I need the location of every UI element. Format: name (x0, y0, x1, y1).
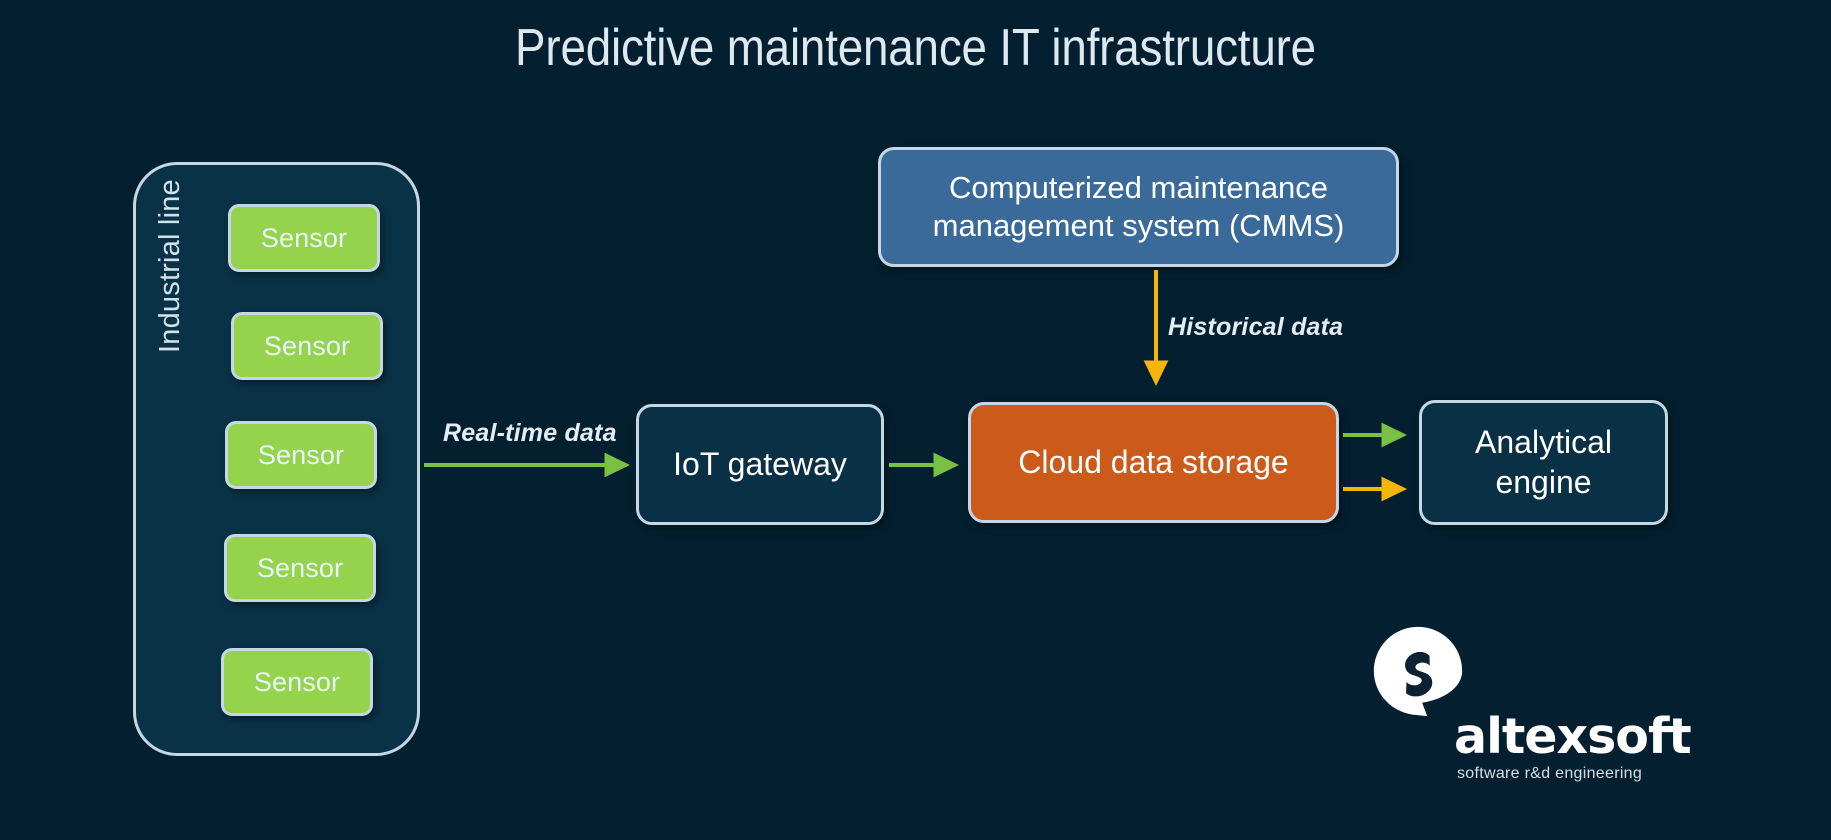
arrow-iot-gateway-to-cloud (889, 452, 959, 478)
diagram-canvas: Predictive maintenance IT infrastructure… (0, 0, 1831, 840)
analytical-engine-line2: engine (1495, 463, 1592, 500)
sensor-node: Sensor (231, 312, 383, 380)
sensor-node: Sensor (221, 648, 373, 716)
altexsoft-bubble-icon (1373, 626, 1463, 717)
industrial-line-label: Industrial line (154, 179, 186, 353)
page-title: Predictive maintenance IT infrastructure (515, 19, 1316, 77)
cloud-data-storage-node: Cloud data storage (968, 402, 1339, 523)
edge-label-real-time-data: Real-time data (443, 419, 617, 447)
cmms-node: Computerized maintenance management syst… (878, 147, 1399, 267)
sensor-node: Sensor (228, 204, 380, 272)
altexsoft-tagline: software r&d engineering (1457, 765, 1643, 782)
analytical-engine-line1: Analytical (1475, 424, 1612, 461)
arrow-cloud-to-analytical-green (1343, 422, 1407, 448)
analytical-engine-node: Analytical engine (1419, 400, 1668, 525)
arrow-sensors-to-iot-gateway (424, 452, 630, 478)
arrow-cloud-to-analytical-yellow (1343, 476, 1407, 502)
edge-label-historical-data: Historical data (1168, 313, 1344, 341)
cmms-node-line1: Computerized maintenance (948, 170, 1329, 206)
altexsoft-logo: altexsoft software r&d engineering (1372, 625, 1692, 782)
cmms-node-line2: management system (CMMS) (932, 208, 1345, 243)
sensor-node: Sensor (225, 421, 377, 489)
altexsoft-wordmark: altexsoft (1454, 708, 1692, 765)
iot-gateway-node: IoT gateway (636, 404, 884, 525)
sensor-node: Sensor (224, 534, 376, 602)
